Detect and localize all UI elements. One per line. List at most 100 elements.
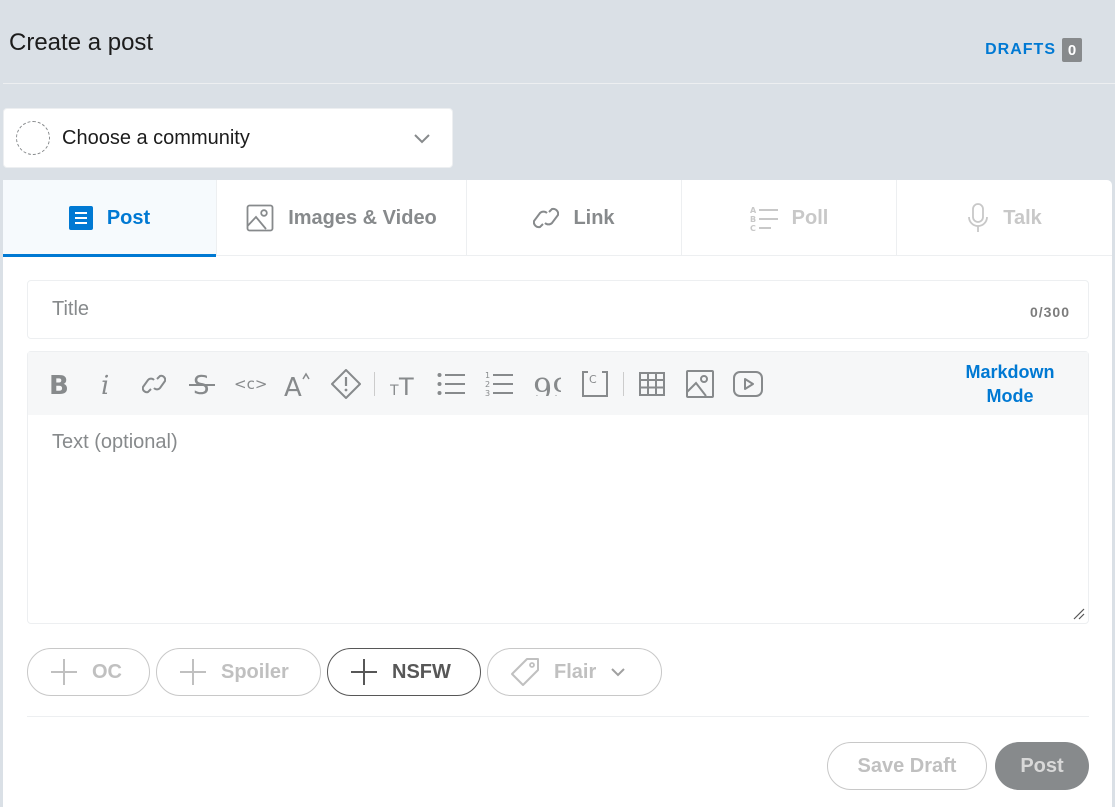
image-icon [246,204,274,232]
svg-text:B: B [750,215,756,224]
svg-text:B: B [49,372,69,396]
svg-text:1: 1 [485,371,490,380]
chevron-down-icon [414,134,430,144]
heading-button[interactable]: T T [379,360,427,408]
superscript-icon: A [284,372,310,398]
post-type-tabs: Post Images & Video Link A B C Poll Talk [3,180,1112,257]
post-icon [68,206,93,230]
markdown-mode-label-line1: Markdown [965,362,1055,382]
resize-handle-icon[interactable] [1073,608,1085,620]
toolbar-separator [374,371,375,396]
post-tags: OC Spoiler NSFW Flair [27,648,662,696]
heading-icon: T T [390,373,414,397]
svg-text:T: T [398,373,414,397]
spoiler-icon [331,368,361,399]
toolbar-separator [623,371,624,396]
italic-icon: i [101,372,109,396]
svg-text:2: 2 [485,380,490,389]
tag-icon [511,658,539,686]
tab-talk-label: Talk [1003,206,1042,229]
svg-text:C: C [589,373,597,386]
tab-link-label: Link [573,206,615,229]
svg-text:C: C [750,224,756,231]
insert-image-button[interactable] [676,360,724,408]
post-actions: Save Draft Post [827,742,1089,790]
numbered-list-button[interactable]: 1 2 3 [475,360,523,408]
poll-icon: A B C [750,206,778,231]
title-input[interactable] [52,298,952,321]
svg-text:A: A [750,206,757,215]
link-button[interactable] [130,360,178,408]
title-field[interactable]: 0/300 [27,280,1089,339]
page-header: Create a post DRAFTS 0 [0,0,1115,84]
nsfw-tag-label: NSFW [392,660,451,683]
bulleted-list-icon [437,372,465,395]
image-icon [686,369,714,398]
strikethrough-button[interactable]: S [178,360,226,408]
tab-images-video-label: Images & Video [288,206,437,229]
actions-divider [27,716,1089,717]
spoiler-tag-label: Spoiler [221,660,289,683]
strikethrough-icon: S [189,371,215,398]
inline-code-button[interactable]: <c> [226,360,274,408]
code-block-button[interactable]: C [571,360,619,408]
drafts-button[interactable]: DRAFTS 0 [985,38,1082,62]
svg-text:<c>: <c> [234,375,266,393]
tab-post-label: Post [106,206,151,229]
flair-button[interactable]: Flair [487,648,662,696]
quote-icon: 99 [533,373,561,396]
plus-icon [51,659,77,685]
spoiler-tag-button[interactable]: Spoiler [156,648,321,696]
body-text-input[interactable] [52,431,1064,607]
post-composer-card: Post Images & Video Link A B C Poll Talk… [3,180,1112,807]
bold-icon: B [49,372,69,396]
page-title: Create a post [9,29,154,56]
tab-images-video[interactable]: Images & Video [217,180,467,256]
nsfw-tag-button[interactable]: NSFW [327,648,481,696]
microphone-icon [968,203,989,232]
drafts-label: DRAFTS [985,41,1056,58]
header-divider [3,83,1115,84]
tab-talk[interactable]: Talk [897,180,1112,256]
markdown-mode-toggle[interactable]: Markdown Mode [960,360,1060,408]
italic-button[interactable]: i [82,360,130,408]
video-icon [733,370,763,397]
plus-icon [351,659,377,685]
quote-button[interactable]: 99 [523,360,571,408]
svg-text:A: A [284,373,302,398]
drafts-count-badge: 0 [1062,38,1082,62]
body-text-area [28,415,1088,623]
title-character-counter: 0/300 [1029,304,1070,320]
oc-tag-button[interactable]: OC [27,648,150,696]
bulleted-list-button[interactable] [427,360,475,408]
flair-label: Flair [554,660,597,683]
bold-button[interactable]: B [34,360,82,408]
svg-text:T: T [390,383,399,397]
inline-code-icon: <c> [234,375,266,393]
oc-tag-label: OC [92,660,122,683]
insert-video-button[interactable] [724,360,772,408]
spoiler-button[interactable] [322,360,370,408]
superscript-button[interactable]: A [274,360,322,408]
link-icon [142,374,166,393]
tab-post[interactable]: Post [3,180,217,257]
editor-toolbar: B i S <c> A T T 1 2 3 9 C Markdown Mode [28,352,1088,415]
community-placeholder-icon [16,121,50,155]
table-icon [639,371,665,396]
tab-poll[interactable]: A B C Poll [682,180,897,256]
tab-poll-label: Poll [791,206,829,229]
rich-text-editor: B i S <c> A T T 1 2 3 9 C Markdown Mode … [27,351,1089,624]
chevron-down-icon [611,668,625,677]
code-block-icon: C [582,370,608,397]
post-submit-button[interactable]: Post [995,742,1089,790]
tab-link[interactable]: Link [467,180,682,256]
table-button[interactable] [628,360,676,408]
svg-text:i: i [101,372,109,396]
numbered-list-icon: 1 2 3 [485,371,513,397]
community-selector[interactable]: Choose a community [3,108,453,168]
save-draft-button[interactable]: Save Draft [827,742,987,790]
svg-text:99: 99 [533,373,561,396]
link-icon [533,207,560,229]
svg-text:3: 3 [485,389,490,397]
plus-icon [180,659,206,685]
